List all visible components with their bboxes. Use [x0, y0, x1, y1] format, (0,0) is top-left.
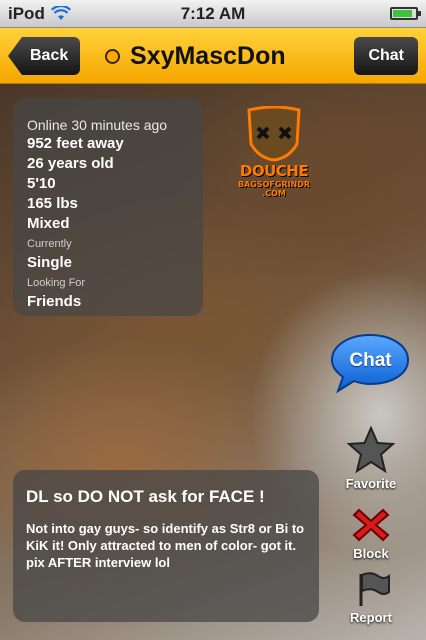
block-button[interactable]: Block [338, 506, 404, 561]
nav-title-group: SxyMascDon [105, 28, 286, 84]
age: 26 years old [27, 155, 114, 172]
status-bar: iPod 7:12 AM [0, 0, 426, 28]
watermark-logo: DOUCHE BAGSOFGRINDR .COM [231, 106, 317, 198]
looking-for-value: Friends [27, 293, 82, 310]
nav-bar: Back SxyMascDon Chat [0, 28, 426, 84]
watermark-line2-text: BAGSOFGRINDR [237, 180, 311, 189]
block-x-icon [352, 508, 390, 542]
status-left: iPod [8, 4, 71, 24]
currently-label: Currently [27, 238, 72, 250]
report-button[interactable]: Report [338, 570, 404, 625]
chat-bubble-button[interactable]: Chat [330, 332, 411, 394]
battery-level [393, 10, 412, 17]
report-label: Report [350, 610, 392, 625]
watermark-line2: BAGSOFGRINDR .COM [231, 180, 317, 198]
ethnicity: Mixed [27, 215, 70, 232]
douche-mask-icon [247, 106, 301, 162]
star-icon [346, 426, 396, 474]
bio-card: DL so DO NOT ask for FACE ! Not into gay… [13, 470, 319, 622]
profile-name-title: SxyMascDon [130, 41, 286, 70]
profile-info-card: Online 30 minutes ago 952 feet away 26 y… [13, 98, 203, 316]
online-status-icon [105, 48, 120, 64]
favorite-label: Favorite [345, 476, 397, 491]
carrier-label: iPod [8, 3, 45, 23]
flag-icon [359, 572, 390, 606]
watermark-line1: DOUCHE [239, 162, 309, 180]
block-label: Block [353, 546, 389, 561]
battery-icon [390, 7, 421, 20]
favorite-button[interactable]: Favorite [338, 426, 404, 491]
weight: 165 lbs [27, 195, 78, 212]
watermark-line3-text: .COM [262, 189, 286, 198]
bio-body: Not into gay guys- so identify as Str8 o… [26, 521, 305, 570]
distance: 952 feet away [27, 135, 124, 152]
back-button[interactable]: Back [8, 37, 81, 75]
relationship-status: Single [27, 254, 73, 271]
height: 5'10 [27, 175, 56, 192]
bio-headline: DL so DO NOT ask for FACE ! [26, 487, 265, 506]
chat-nav-button[interactable]: Chat [354, 37, 418, 75]
chat-bubble-label: Chat [349, 350, 392, 371]
online-status: Online 30 minutes ago [27, 117, 168, 133]
wifi-icon [50, 6, 71, 20]
looking-for-label: Looking For [27, 277, 86, 289]
